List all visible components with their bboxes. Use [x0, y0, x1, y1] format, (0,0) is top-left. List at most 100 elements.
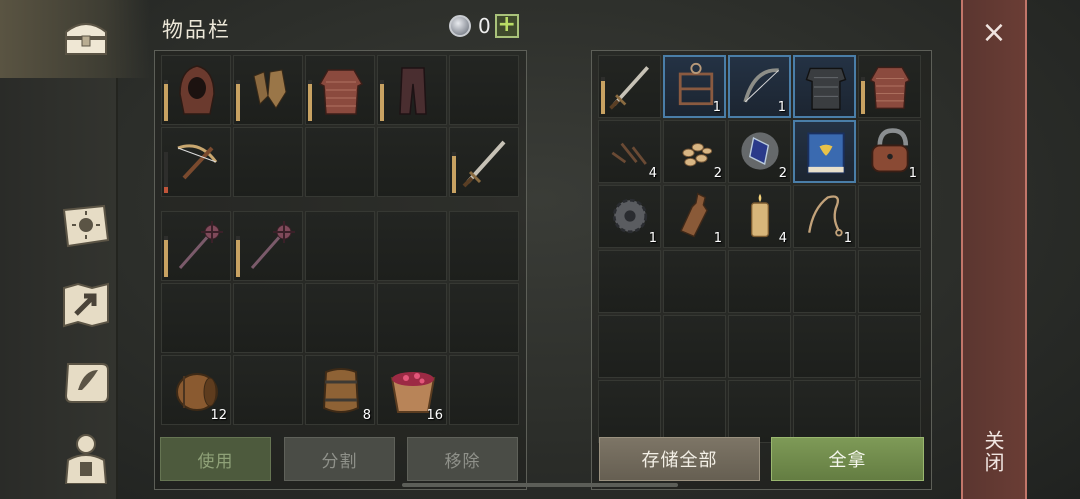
- durability-bar: [164, 80, 168, 121]
- storage-slot[interactable]: 4: [598, 120, 661, 183]
- store-all-button[interactable]: 存储全部: [599, 437, 760, 481]
- empty-slot[interactable]: [449, 211, 519, 281]
- item-quantity: 1: [777, 100, 786, 115]
- mace-icon: [250, 221, 295, 269]
- map-icon[interactable]: [56, 276, 116, 332]
- empty-slot[interactable]: [663, 315, 726, 378]
- item-quantity: 12: [210, 408, 227, 423]
- equipment-slot[interactable]: [377, 55, 447, 125]
- bag-slot[interactable]: [161, 211, 231, 281]
- empty-slot[interactable]: [793, 380, 856, 443]
- equipment-slot[interactable]: [305, 55, 375, 125]
- empty-slot[interactable]: [598, 380, 661, 443]
- durability-bar: [236, 236, 240, 277]
- mace-icon: [178, 221, 223, 269]
- empty-slot[interactable]: [305, 211, 375, 281]
- bag-slot[interactable]: [233, 211, 303, 281]
- empty-slot[interactable]: [377, 127, 447, 197]
- item-quantity: 2: [778, 166, 787, 181]
- chest-icon[interactable]: [56, 10, 116, 66]
- storage-slot[interactable]: 4: [728, 185, 791, 248]
- use-button[interactable]: 使用: [160, 437, 271, 481]
- equipment-slot[interactable]: [233, 55, 303, 125]
- empty-slot[interactable]: [858, 185, 921, 248]
- sword-icon: [462, 140, 506, 188]
- sword-icon: [609, 66, 650, 110]
- empty-slot[interactable]: [305, 127, 375, 197]
- item-quantity: 1: [713, 231, 722, 246]
- empty-slot[interactable]: [449, 283, 519, 353]
- scroll-indicator: [402, 483, 678, 487]
- equipment-slot[interactable]: [449, 127, 519, 197]
- close-bar[interactable]: [961, 0, 1027, 499]
- empty-slot[interactable]: [663, 250, 726, 313]
- storage-slot[interactable]: [793, 120, 856, 183]
- durability-bar: [236, 80, 240, 121]
- empty-slot[interactable]: [793, 315, 856, 378]
- storage-slot[interactable]: 1: [793, 185, 856, 248]
- empty-slot[interactable]: [449, 355, 519, 425]
- storage-slot[interactable]: [598, 55, 661, 118]
- item-quantity: 8: [362, 408, 371, 423]
- empty-slot[interactable]: [377, 211, 447, 281]
- bag-grid: 12 8 16: [161, 211, 519, 425]
- storage-slot[interactable]: 1: [663, 185, 726, 248]
- empty-slot[interactable]: [728, 380, 791, 443]
- empty-slot[interactable]: [598, 315, 661, 378]
- item-quantity: 1: [908, 166, 917, 181]
- hood-icon: [179, 65, 215, 115]
- empty-slot[interactable]: [233, 283, 303, 353]
- close-label[interactable]: 关闭: [981, 430, 1008, 474]
- durability-bar: [380, 80, 384, 121]
- bag-slot[interactable]: 8: [305, 355, 375, 425]
- storage-slot[interactable]: 1: [663, 55, 726, 118]
- empty-slot[interactable]: [161, 283, 231, 353]
- storage-grid: 1 1 4 2 2 1 1 1 4 1: [598, 55, 921, 443]
- empty-slot[interactable]: [305, 283, 375, 353]
- take-all-button[interactable]: 全拿: [771, 437, 924, 481]
- equipment-slot[interactable]: [161, 127, 231, 197]
- durability-bar: [308, 80, 312, 121]
- empty-slot[interactable]: [858, 250, 921, 313]
- page-title: 物品栏: [162, 18, 231, 42]
- scroll-icon[interactable]: [56, 354, 116, 410]
- sun-book-icon[interactable]: [56, 198, 116, 254]
- empty-slot[interactable]: [377, 283, 447, 353]
- storage-slot[interactable]: 2: [728, 120, 791, 183]
- storage-slot[interactable]: [793, 55, 856, 118]
- empty-slot[interactable]: [858, 380, 921, 443]
- storage-slot[interactable]: 1: [728, 55, 791, 118]
- equipment-slot[interactable]: [161, 55, 231, 125]
- empty-slot[interactable]: [449, 55, 519, 125]
- crossbow-icon: [177, 144, 218, 180]
- empty-slot[interactable]: [858, 315, 921, 378]
- item-quantity: 4: [648, 166, 657, 181]
- pants-icon: [399, 67, 427, 115]
- empty-slot[interactable]: [233, 127, 303, 197]
- storage-slot[interactable]: 1: [858, 120, 921, 183]
- empty-slot[interactable]: [728, 315, 791, 378]
- currency-count: 0: [478, 14, 491, 38]
- keg-icon: [322, 368, 360, 413]
- storage-slot[interactable]: 2: [663, 120, 726, 183]
- empty-slot[interactable]: [728, 250, 791, 313]
- bag-slot[interactable]: 16: [377, 355, 447, 425]
- close-icon[interactable]: ×: [978, 18, 1010, 50]
- empty-slot[interactable]: [793, 250, 856, 313]
- empty-slot[interactable]: [663, 380, 726, 443]
- empty-slot[interactable]: [598, 250, 661, 313]
- currency: 0 +: [449, 14, 519, 38]
- gloves-icon: [253, 69, 287, 109]
- item-quantity: 1: [843, 231, 852, 246]
- storage-slot[interactable]: [858, 55, 921, 118]
- durability-bar: [164, 236, 168, 277]
- add-currency-button[interactable]: +: [494, 14, 519, 38]
- gem-icon: [449, 15, 471, 37]
- side-navigation: [0, 0, 150, 499]
- bag-slot[interactable]: 12: [161, 355, 231, 425]
- remove-button[interactable]: 移除: [407, 437, 518, 481]
- character-icon[interactable]: [56, 430, 116, 486]
- split-button[interactable]: 分割: [284, 437, 395, 481]
- storage-slot[interactable]: 1: [598, 185, 661, 248]
- empty-slot[interactable]: [233, 355, 303, 425]
